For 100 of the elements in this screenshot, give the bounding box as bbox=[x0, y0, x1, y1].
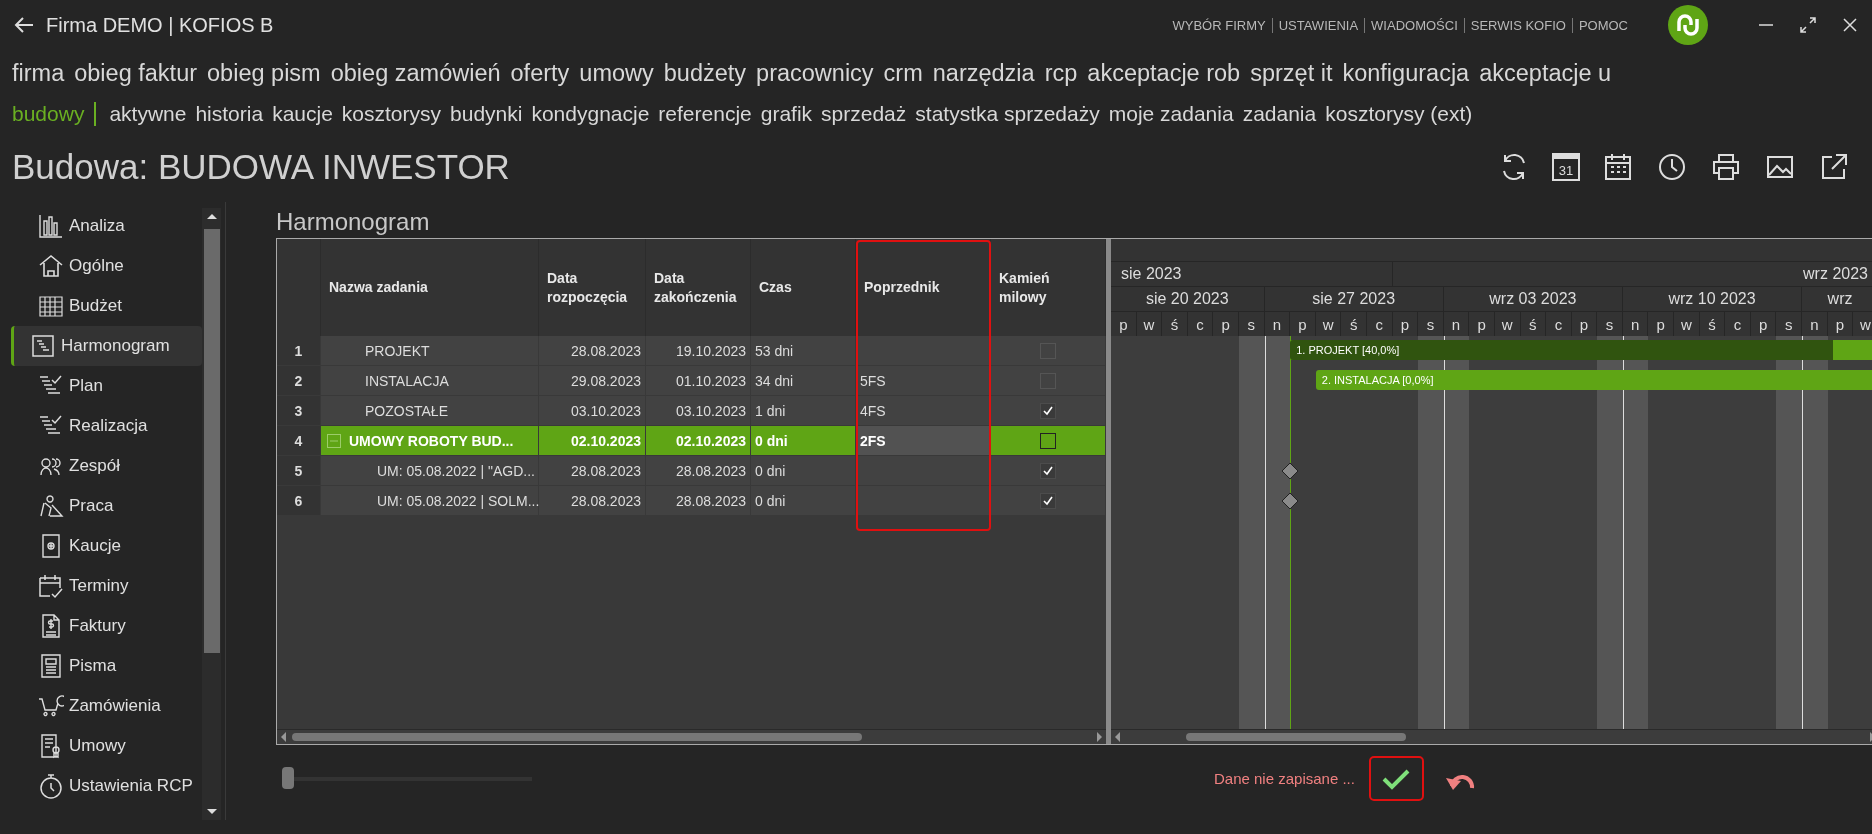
selected-row[interactable]: 4 UMOWY ROBOTY BUD... 02.10.2023 02.10.2023 0 dni 2FS bbox=[277, 426, 1106, 455]
day-label: ś bbox=[1529, 315, 1537, 333]
nav-link[interactable]: akceptacje rob bbox=[1087, 59, 1241, 87]
nav-link[interactable]: rcp bbox=[1044, 59, 1078, 87]
subnav-link[interactable]: statystka sprzedaży bbox=[915, 102, 1100, 126]
nav-link[interactable]: crm bbox=[883, 59, 923, 87]
day-label: n bbox=[1451, 315, 1461, 333]
week-label: sie 27 2023 bbox=[1312, 290, 1396, 308]
subnav-link[interactable]: budowy bbox=[12, 102, 97, 126]
sidebar-icon bbox=[38, 213, 64, 239]
sidebar-item[interactable]: Kaucje bbox=[11, 526, 202, 566]
header-link[interactable]: SERWIS KOFIO bbox=[1463, 17, 1572, 33]
nav-link[interactable]: narzędzia bbox=[932, 59, 1035, 87]
milestone-checkbox[interactable] bbox=[1040, 492, 1056, 509]
column-header[interactable]: Poprzednik bbox=[864, 278, 940, 297]
subnav-link[interactable]: grafik bbox=[760, 102, 813, 126]
week-label: wrz 03 2023 bbox=[1489, 290, 1577, 308]
calendar-day-button[interactable]: 31 bbox=[1552, 153, 1580, 181]
column-header[interactable]: Nazwa zadania bbox=[329, 278, 428, 297]
status-text: Dane nie zapisane ... bbox=[1214, 770, 1355, 787]
resize-icon[interactable] bbox=[1798, 15, 1818, 35]
subnav-link[interactable]: moje zadania bbox=[1108, 102, 1234, 126]
end-date: 19.10.2023 bbox=[675, 342, 746, 359]
header-link[interactable]: WYBÓR FIRMY bbox=[1166, 17, 1272, 33]
horizontal-scrollbar[interactable] bbox=[1111, 729, 1872, 744]
duration: 1 dni bbox=[755, 402, 786, 419]
nav-link[interactable]: obieg faktur bbox=[74, 59, 198, 87]
sidebar-item[interactable]: Budżet bbox=[11, 286, 202, 326]
sidebar-scrollbar[interactable] bbox=[202, 208, 221, 820]
sidebar-item[interactable]: Zamówienia bbox=[11, 686, 202, 726]
subnav-link[interactable]: budynki bbox=[450, 102, 523, 126]
header-link[interactable]: POMOC bbox=[1571, 17, 1634, 33]
nav-link[interactable]: akceptacje u bbox=[1479, 59, 1612, 87]
subnav-link[interactable]: kosztorysy (ext) bbox=[1325, 102, 1473, 126]
calendar-icon[interactable] bbox=[1602, 151, 1634, 183]
task-name: UMOWY ROBOTY BUD... bbox=[349, 432, 514, 449]
column-header[interactable]: Data rozpoczęcia bbox=[547, 269, 637, 306]
task-bar[interactable]: 1. PROJEKT [40,0%] bbox=[1290, 340, 1872, 360]
day-label: w bbox=[1501, 315, 1513, 333]
nav-link[interactable]: umowy bbox=[579, 59, 654, 87]
sidebar-item[interactable]: Faktury bbox=[11, 606, 202, 646]
sidebar-item[interactable]: Analiza bbox=[11, 206, 202, 246]
subnav-link[interactable]: referencje bbox=[658, 102, 752, 126]
month-label: wrz 2023 bbox=[1803, 265, 1868, 283]
sidebar-item[interactable]: Zespół bbox=[11, 446, 202, 486]
predecessor: 5FS bbox=[860, 372, 886, 389]
milestone-diamond-icon[interactable] bbox=[1281, 462, 1300, 480]
sidebar-item[interactable]: Realizacja bbox=[11, 406, 202, 446]
milestone-checkbox[interactable] bbox=[1040, 402, 1056, 419]
sidebar-item[interactable]: Ustawienia RCP bbox=[11, 766, 202, 806]
row-number: 3 bbox=[294, 402, 303, 419]
day-label: p bbox=[1579, 315, 1589, 333]
start-date: 28.08.2023 bbox=[570, 342, 641, 359]
sidebar-icon bbox=[38, 293, 64, 319]
column-header[interactable]: Kamień milowy bbox=[999, 269, 1097, 306]
header-link[interactable]: USTAWIENIA bbox=[1271, 17, 1365, 33]
nav-link[interactable]: obieg pism bbox=[207, 59, 321, 87]
subnav-link[interactable]: historia bbox=[195, 102, 264, 126]
nav-link[interactable]: sprzęt it bbox=[1250, 59, 1333, 87]
milestone-diamond-icon[interactable] bbox=[1281, 492, 1300, 510]
sidebar-item[interactable]: Ogólne bbox=[11, 246, 202, 286]
save-button[interactable] bbox=[1368, 756, 1424, 801]
nav-link[interactable]: pracownicy bbox=[756, 59, 874, 87]
sidebar-icon bbox=[38, 773, 64, 799]
day-label: w bbox=[1143, 315, 1155, 333]
milestone-checkbox[interactable] bbox=[1040, 432, 1056, 449]
column-header[interactable]: Data zakończenia bbox=[654, 269, 742, 306]
subnav-link[interactable]: kosztorysy bbox=[341, 102, 442, 126]
nav-link[interactable]: oferty bbox=[510, 59, 570, 87]
subnav-link[interactable]: aktywne bbox=[109, 102, 187, 126]
nav-link[interactable]: obieg zamówień bbox=[330, 59, 501, 87]
column-header[interactable]: Czas bbox=[759, 278, 792, 297]
milestone-checkbox[interactable] bbox=[1040, 462, 1056, 479]
subnav-link[interactable]: kaucje bbox=[272, 102, 333, 126]
subnav-link[interactable]: sprzedaż bbox=[821, 102, 907, 126]
zoom-slider-thumb[interactable] bbox=[282, 766, 294, 789]
day-label: n bbox=[1810, 315, 1819, 333]
day-label: c bbox=[1196, 315, 1204, 333]
sidebar-item[interactable]: Umowy bbox=[11, 726, 202, 766]
horizontal-scrollbar[interactable] bbox=[277, 729, 1106, 744]
sidebar-item[interactable]: Plan bbox=[11, 366, 202, 406]
print-icon[interactable] bbox=[1710, 151, 1742, 183]
nav-link[interactable]: konfiguracja bbox=[1342, 59, 1470, 87]
nav-link[interactable]: budżety bbox=[663, 59, 747, 87]
sidebar-icon bbox=[38, 573, 64, 599]
nav-link[interactable]: firma bbox=[12, 59, 65, 87]
sidebar-item[interactable]: Praca bbox=[11, 486, 202, 526]
row-number: 2 bbox=[294, 372, 303, 389]
subnav-link[interactable]: kondygnacje bbox=[531, 102, 650, 126]
sidebar-item[interactable]: Terminy bbox=[11, 566, 202, 606]
subnav-link[interactable]: zadania bbox=[1242, 102, 1317, 126]
day-label: p bbox=[1221, 315, 1230, 333]
header-link[interactable]: WIADOMOŚCI bbox=[1364, 17, 1464, 33]
sidebar-icon bbox=[30, 333, 56, 359]
row-number: 6 bbox=[294, 492, 303, 509]
sidebar-item[interactable]: Pisma bbox=[11, 646, 202, 686]
task-name: PROJEKT bbox=[365, 342, 430, 359]
day-label: p bbox=[1119, 315, 1128, 333]
sidebar-item[interactable]: Harmonogram bbox=[11, 326, 202, 366]
clock-icon[interactable] bbox=[1656, 151, 1688, 183]
